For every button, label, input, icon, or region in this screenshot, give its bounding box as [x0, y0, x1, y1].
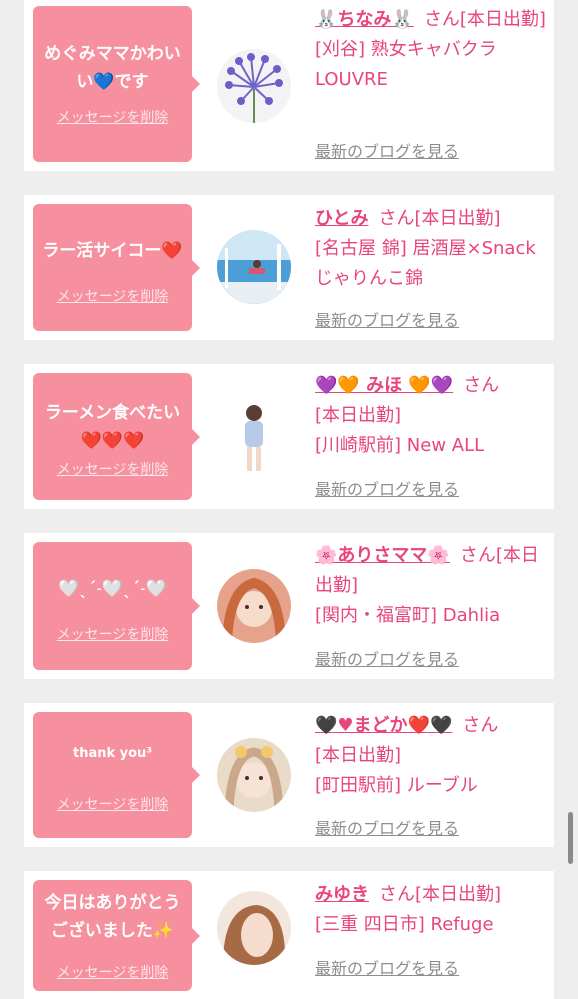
- latest-blog-link[interactable]: 最新のブログを見る: [315, 646, 459, 670]
- message-text: thank you³: [72, 746, 153, 761]
- message-text: 今日はありがとうございました✨: [44, 893, 181, 941]
- latest-blog-link[interactable]: 最新のブログを見る: [315, 307, 459, 331]
- delete-message-link[interactable]: メッセージを削除: [33, 962, 192, 982]
- work-status: [本日出勤]: [459, 9, 546, 30]
- message-text: ラーメン食べたい❤️❤️❤️: [44, 403, 181, 451]
- message-text: めぐみママかわいい💙です: [44, 44, 181, 92]
- message-bubble: めぐみママかわいい💙です メッセージを削除: [33, 6, 200, 162]
- sender-name[interactable]: 🌸ありさママ🌸: [315, 545, 450, 566]
- shop-area: [町田駅前]: [315, 775, 402, 796]
- shop-area: [名古屋 錦]: [315, 238, 407, 259]
- sender-info: 🐰ちなみ🐰 さん[本日出勤] [刈谷] 熟女キャバクラ LOUVRE: [315, 5, 551, 95]
- message-bubble: ラー活サイコー❤️ メッセージを削除: [33, 204, 200, 331]
- scrollbar[interactable]: [568, 812, 573, 864]
- delete-message-link[interactable]: メッセージを削除: [33, 107, 192, 127]
- avatar[interactable]: [217, 891, 291, 965]
- beach-photo-icon: [217, 230, 291, 304]
- san-suffix: さん: [462, 715, 499, 736]
- sender-name[interactable]: 🐰ちなみ🐰: [315, 9, 414, 30]
- avatar[interactable]: [217, 230, 291, 304]
- message-card: ラー活サイコー❤️ メッセージを削除 ひとみ さん[本日出勤] [名古屋 錦] 居…: [24, 195, 554, 340]
- shop-area: [刈谷]: [315, 39, 366, 60]
- work-status: [本日出勤]: [315, 405, 402, 426]
- avatar[interactable]: [217, 569, 291, 643]
- sender-name[interactable]: 🖤♥まどか❤️🖤: [315, 715, 452, 736]
- message-text: 🤍ˎˊ˗🤍ˎˊ˗🤍: [58, 579, 167, 599]
- latest-blog-link[interactable]: 最新のブログを見る: [315, 138, 459, 162]
- sender-info: みゆき さん[本日出勤] [三重 四日市] Refuge: [315, 880, 551, 940]
- message-card: ラーメン食べたい❤️❤️❤️ メッセージを削除 💜🧡 みほ 🧡💜 さん [本日出勤…: [24, 364, 554, 509]
- portrait-photo-icon: [217, 891, 291, 965]
- selfie-photo-icon: [217, 738, 291, 812]
- work-status: [本日出勤]: [414, 208, 501, 229]
- san-suffix: さん: [379, 884, 415, 905]
- latest-blog-link[interactable]: 最新のブログを見る: [315, 955, 459, 979]
- latest-blog-link[interactable]: 最新のブログを見る: [315, 815, 459, 839]
- message-bubble: 🤍ˎˊ˗🤍ˎˊ˗🤍 メッセージを削除: [33, 542, 200, 670]
- message-card: 🤍ˎˊ˗🤍ˎˊ˗🤍 メッセージを削除 🌸ありさママ🌸 さん[本日出勤] [関内・福…: [24, 533, 554, 679]
- work-status: [本日出勤]: [415, 884, 502, 905]
- girl-photo-icon: [217, 399, 291, 473]
- san-suffix: さん: [423, 9, 460, 30]
- sender-name[interactable]: 💜🧡 みほ 🧡💜: [315, 375, 453, 396]
- shop-name: Refuge: [430, 914, 494, 935]
- sender-info: 🖤♥まどか❤️🖤 さん [本日出勤] [町田駅前] ルーブル: [315, 711, 551, 801]
- sender-info: 💜🧡 みほ 🧡💜 さん [本日出勤] [川崎駅前] New ALL: [315, 371, 551, 461]
- message-card: 今日はありがとうございました✨ メッセージを削除 みゆき さん[本日出勤] [三重…: [24, 871, 554, 999]
- delete-message-link[interactable]: メッセージを削除: [33, 794, 192, 814]
- shop-area: [関内・福富町]: [315, 605, 438, 626]
- san-suffix: さん: [463, 375, 500, 396]
- avatar[interactable]: [217, 49, 291, 123]
- sender-name[interactable]: ひとみ: [315, 208, 368, 229]
- shop-name: ルーブル: [406, 775, 478, 796]
- sender-name[interactable]: みゆき: [315, 884, 369, 905]
- message-card: thank you³ メッセージを削除 🖤♥まどか❤️🖤 さん [本日出勤] [町…: [24, 703, 554, 847]
- message-bubble: thank you³ メッセージを削除: [33, 712, 200, 838]
- delete-message-link[interactable]: メッセージを削除: [33, 459, 192, 479]
- shop-area: [川崎駅前]: [315, 435, 402, 456]
- san-suffix: さん: [459, 545, 496, 566]
- delete-message-link[interactable]: メッセージを削除: [33, 624, 192, 644]
- san-suffix: さん: [378, 208, 415, 229]
- work-status: [本日出勤]: [315, 745, 402, 766]
- delete-message-link[interactable]: メッセージを削除: [33, 286, 192, 306]
- message-bubble: 今日はありがとうございました✨ メッセージを削除: [33, 880, 200, 991]
- sender-info: 🌸ありさママ🌸 さん[本日出勤] [関内・福富町] Dahlia: [315, 541, 551, 631]
- selfie-photo-icon: [217, 569, 291, 643]
- avatar[interactable]: [217, 399, 291, 473]
- shop-name: New ALL: [406, 435, 485, 456]
- flower-photo-icon: [217, 49, 291, 123]
- shop-name: Dahlia: [442, 605, 501, 626]
- message-bubble: ラーメン食べたい❤️❤️❤️ メッセージを削除: [33, 373, 200, 500]
- message-text: ラー活サイコー❤️: [42, 241, 183, 261]
- message-card: めぐみママかわいい💙です メッセージを削除 🐰ちなみ🐰 さん[本日出勤] [刈谷]…: [24, 0, 554, 171]
- avatar[interactable]: [217, 738, 291, 812]
- sender-info: ひとみ さん[本日出勤] [名古屋 錦] 居酒屋×Snack じゃりんこ錦: [315, 204, 551, 294]
- latest-blog-link[interactable]: 最新のブログを見る: [315, 476, 459, 500]
- shop-area: [三重 四日市]: [315, 914, 425, 935]
